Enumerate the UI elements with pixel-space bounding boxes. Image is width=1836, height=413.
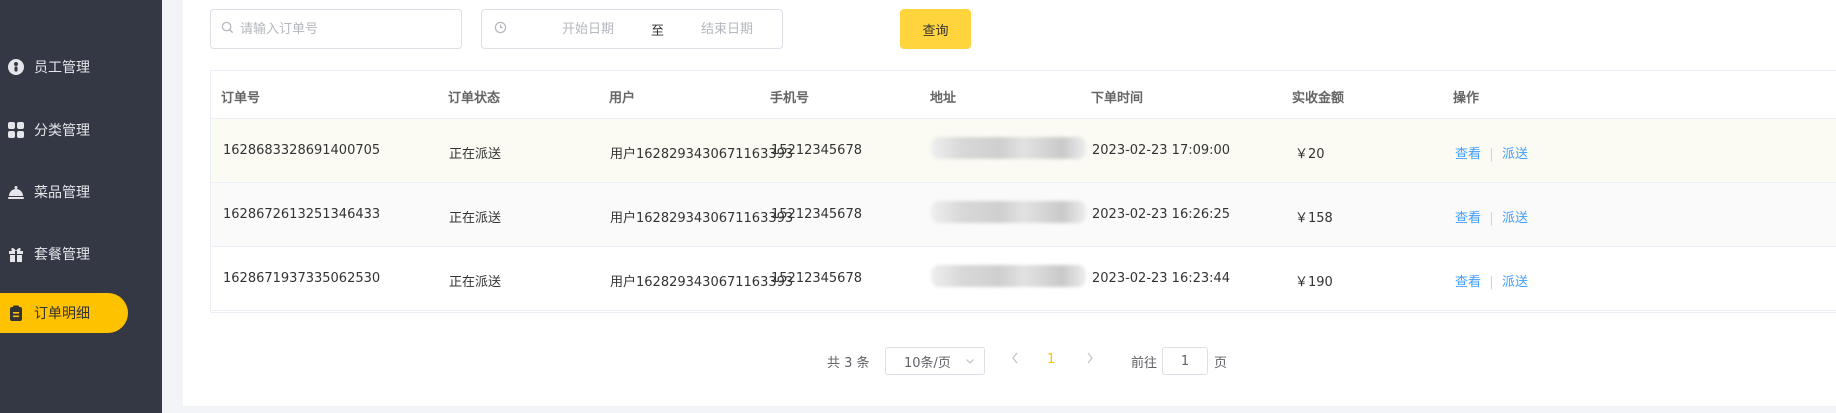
order-amount: ￥158 (1295, 211, 1333, 226)
action-divider: | (1485, 147, 1498, 162)
address-redacted (931, 265, 1086, 287)
range-separator: 至 (650, 23, 664, 39)
order-phone: 15212345678 (771, 271, 862, 286)
start-date-input[interactable] (533, 21, 643, 37)
view-button[interactable]: 查看 (1455, 147, 1481, 162)
clipboard-icon (7, 304, 25, 322)
order-amount: ￥20 (1295, 147, 1325, 162)
sidebar-item-label: 分类管理 (34, 123, 90, 139)
order-user: 用户1628293430671163393 (610, 147, 794, 162)
address-redacted (931, 201, 1086, 223)
column-header: 操作 (1453, 91, 1480, 106)
category-icon (7, 121, 25, 139)
date-range-picker[interactable]: 至 (481, 9, 783, 49)
order-number: 1628672613251346433 (223, 207, 381, 222)
order-phone: 15212345678 (771, 207, 862, 222)
view-button[interactable]: 查看 (1455, 275, 1481, 290)
employee-icon (7, 58, 25, 76)
order-number: 1628683328691400705 (223, 143, 381, 158)
order-phone: 15212345678 (771, 143, 862, 158)
end-date-input[interactable] (672, 21, 782, 37)
row-actions: 查看 | 派送 (1455, 143, 1528, 162)
total-count: 共 3 条 (827, 356, 870, 371)
table-row: 1628671937335062530 正在派送 用户1628293430671… (211, 247, 1836, 311)
dispatch-button[interactable]: 派送 (1502, 275, 1528, 290)
row-actions: 查看 | 派送 (1455, 271, 1528, 290)
dish-icon (7, 183, 25, 201)
column-header: 手机号 (770, 91, 810, 106)
chevron-down-icon (965, 355, 975, 370)
column-header: 订单状态 (448, 91, 501, 106)
column-header: 实收金额 (1292, 91, 1345, 106)
order-number-field[interactable] (240, 21, 450, 37)
address-redacted (931, 137, 1086, 159)
page-size-select[interactable]: 10条/页 (885, 347, 985, 375)
order-search-input[interactable] (210, 9, 462, 49)
order-status: 正在派送 (449, 147, 502, 162)
sidebar-item-label: 订单明细 (34, 306, 90, 322)
action-divider: | (1485, 275, 1498, 290)
column-header: 订单号 (221, 91, 261, 106)
sidebar-item-label: 套餐管理 (34, 247, 90, 263)
dispatch-button[interactable]: 派送 (1502, 147, 1528, 162)
sidebar-item-dish[interactable]: 菜品管理 (0, 172, 128, 212)
clock-icon (494, 21, 507, 38)
sidebar-item-label: 员工管理 (34, 60, 90, 76)
sidebar-item-label: 菜品管理 (34, 185, 90, 201)
page-suffix: 页 (1214, 356, 1228, 371)
gift-icon (7, 245, 25, 263)
sidebar-item-employee[interactable]: 员工管理 (0, 47, 128, 87)
chevron-right-icon (1087, 352, 1093, 364)
sidebar: 员工管理 分类管理 菜品管理 套餐管理 订单明细 (0, 0, 162, 413)
goto-page-input[interactable] (1162, 347, 1208, 375)
main-panel: 至 查询 订单号 订单状态 用户 手机号 地址 下单时间 实收金额 操作 162… (183, 0, 1836, 406)
table-row: 1628672613251346433 正在派送 用户1628293430671… (211, 183, 1836, 247)
order-amount: ￥190 (1295, 275, 1333, 290)
column-header: 下单时间 (1091, 91, 1144, 106)
next-page-button[interactable] (1085, 351, 1095, 369)
search-icon (221, 21, 234, 38)
page-size-value: 10条/页 (904, 355, 951, 371)
order-time: 2023-02-23 16:26:25 (1092, 207, 1231, 222)
query-button[interactable]: 查询 (900, 9, 971, 49)
goto-label: 前往 (1131, 356, 1158, 371)
chevron-left-icon (1012, 352, 1018, 364)
orders-table: 订单号 订单状态 用户 手机号 地址 下单时间 实收金额 操作 16286833… (210, 70, 1836, 313)
row-actions: 查看 | 派送 (1455, 207, 1528, 226)
page-number[interactable]: 1 (1047, 352, 1055, 367)
column-header: 用户 (609, 91, 636, 106)
table-header: 订单号 订单状态 用户 手机号 地址 下单时间 实收金额 操作 (211, 71, 1836, 119)
order-number: 1628671937335062530 (223, 271, 381, 286)
sidebar-item-orders[interactable]: 订单明细 (0, 293, 128, 333)
column-header: 地址 (930, 91, 957, 106)
table-row: 1628683328691400705 正在派送 用户1628293430671… (211, 119, 1836, 183)
dispatch-button[interactable]: 派送 (1502, 211, 1528, 226)
sidebar-item-category[interactable]: 分类管理 (0, 110, 128, 150)
order-user: 用户1628293430671163393 (610, 275, 794, 290)
order-status: 正在派送 (449, 275, 502, 290)
sidebar-item-setmeal[interactable]: 套餐管理 (0, 234, 128, 274)
order-status: 正在派送 (449, 211, 502, 226)
order-time: 2023-02-23 17:09:00 (1092, 143, 1231, 158)
prev-page-button[interactable] (1010, 351, 1020, 369)
action-divider: | (1485, 211, 1498, 226)
order-time: 2023-02-23 16:23:44 (1092, 271, 1231, 286)
pagination: 共 3 条 10条/页 1 前往 页 (183, 347, 1836, 375)
order-user: 用户1628293430671163393 (610, 211, 794, 226)
view-button[interactable]: 查看 (1455, 211, 1481, 226)
